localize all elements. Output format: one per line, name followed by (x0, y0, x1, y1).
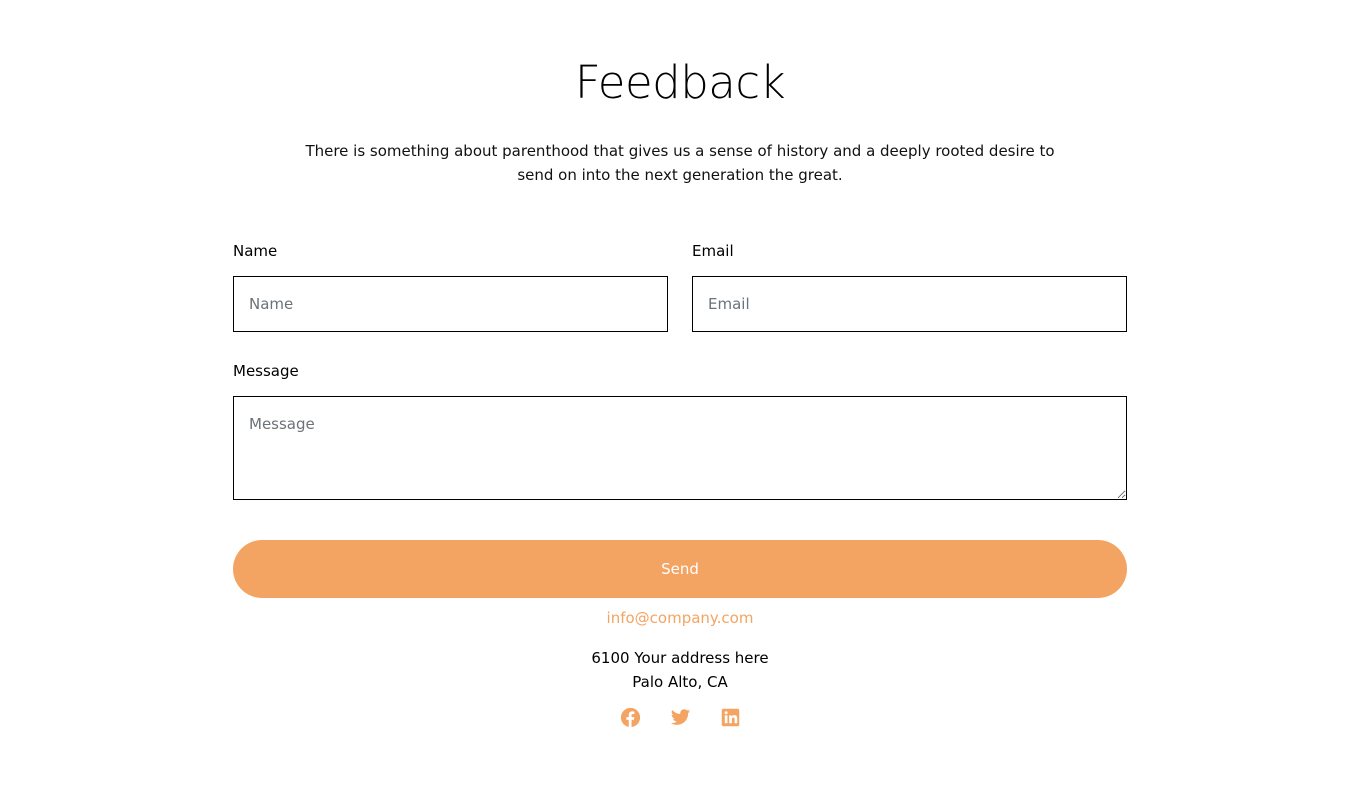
page-subtitle: There is something about parenthood that… (305, 142, 1055, 184)
twitter-glyph (670, 708, 690, 725)
feedback-page: Feedback There is something about parent… (0, 0, 1360, 797)
send-button[interactable]: Send (233, 540, 1127, 598)
page-title: Feedback (574, 56, 786, 109)
linkedin-icon[interactable] (718, 705, 742, 729)
facebook-glyph (620, 707, 640, 727)
name-label: Name (233, 242, 278, 260)
message-label: Message (233, 362, 299, 380)
address-line-1: 6100 Your address here (591, 649, 769, 667)
contact-email-link[interactable]: info@company.com (0, 606, 1360, 630)
linkedin-glyph (721, 708, 739, 726)
facebook-icon[interactable] (618, 705, 642, 729)
email-input[interactable] (692, 276, 1127, 332)
email-label: Email (692, 242, 734, 260)
message-textarea[interactable] (233, 396, 1127, 500)
social-links (0, 705, 1360, 729)
name-input[interactable] (233, 276, 668, 332)
twitter-icon[interactable] (668, 705, 692, 729)
address-line-2: Palo Alto, CA (632, 673, 728, 691)
